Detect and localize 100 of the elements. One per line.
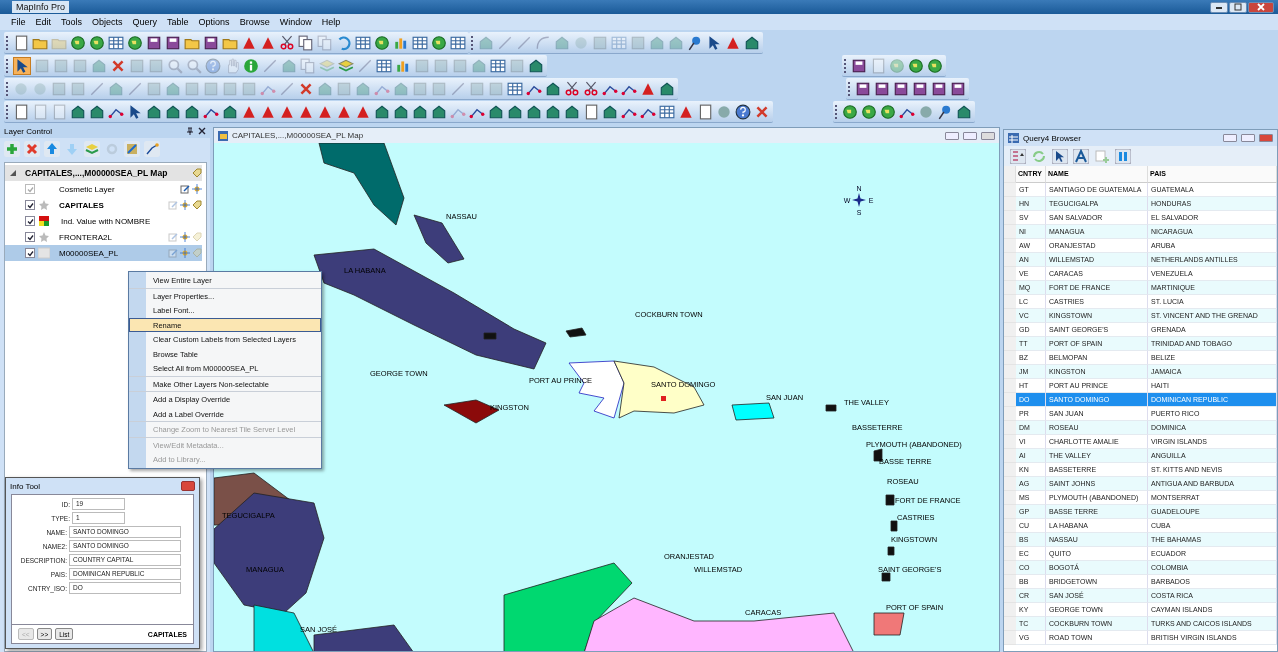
square-icon[interactable] [469,80,485,97]
globe-icon[interactable] [70,34,86,51]
square-icon[interactable] [53,57,69,74]
sort-icon[interactable] [1010,148,1026,164]
menu-item[interactable]: Objects [87,17,128,27]
menu-item[interactable]: Help [316,17,346,27]
polygon-icon[interactable] [744,34,760,51]
menu-item[interactable]: Window [274,17,317,27]
zoom-icon[interactable] [167,57,183,74]
page-icon[interactable] [697,103,713,120]
layers-icon[interactable] [84,141,100,157]
menu-item[interactable]: Options [193,17,235,27]
checkbox[interactable] [25,216,35,226]
square-icon[interactable] [70,80,86,97]
node-line-icon[interactable] [144,141,160,157]
square-icon[interactable] [51,80,67,97]
globe-icon[interactable] [89,34,105,51]
close-button[interactable] [1248,1,1274,13]
checkbox[interactable] [25,200,35,210]
table-icon[interactable] [490,57,506,74]
scissors-icon[interactable] [564,80,580,97]
close-icon[interactable] [198,127,206,135]
close-button[interactable] [181,481,195,491]
table-icon[interactable] [659,103,675,120]
square-icon[interactable] [203,80,219,97]
polygon-icon[interactable] [393,103,409,120]
globe-icon[interactable] [842,103,858,120]
polygon-icon[interactable] [412,103,428,120]
menu-item[interactable]: Tools [56,17,88,27]
restore-button[interactable] [963,131,977,140]
map-tree-node[interactable]: CAPITALES,...,M00000SEA_PL Map [5,165,202,181]
menu-item[interactable]: Browse [234,17,275,27]
line-icon[interactable] [89,80,105,97]
polygon-icon[interactable] [146,103,162,120]
table-icon[interactable] [376,57,392,74]
table-icon[interactable] [450,34,466,51]
layer-row[interactable]: FRONTERA2L [5,229,202,245]
remove-layer-icon[interactable] [24,141,40,157]
menu-item[interactable]: Table [162,17,194,27]
square-icon[interactable] [431,80,447,97]
layer-row[interactable]: Cosmetic Layer [5,181,202,197]
layer-row[interactable]: Ind. Value with NOMBRE [5,213,202,229]
add-layer-icon[interactable] [4,141,20,157]
layer-properties-icon[interactable] [124,141,140,157]
square-icon[interactable] [592,34,608,51]
refresh-icon[interactable] [1031,148,1047,164]
tag-icon[interactable] [192,200,202,210]
page-icon[interactable] [13,103,29,120]
pause-icon[interactable] [1115,148,1131,164]
sparkle-icon[interactable] [180,232,190,242]
checkbox[interactable] [25,232,35,242]
menu-item[interactable]: Edit [30,17,57,27]
line-icon[interactable] [497,34,513,51]
pin-icon[interactable] [186,127,194,135]
polygon-icon[interactable] [431,103,447,120]
close-button[interactable] [981,131,995,140]
scissors-icon[interactable] [279,34,295,51]
polygon-icon[interactable] [165,103,181,120]
polygon-icon[interactable] [545,103,561,120]
up-arrow-icon[interactable] [44,141,60,157]
polygon-icon[interactable] [222,103,238,120]
zoom-icon[interactable] [186,57,202,74]
polygon-icon[interactable] [507,103,523,120]
square-icon[interactable] [148,57,164,74]
restore-button[interactable] [1241,134,1255,142]
expand-triangle-icon[interactable] [10,170,16,176]
polygon-icon[interactable] [545,80,561,97]
edit-icon[interactable] [180,184,190,194]
square-icon[interactable] [433,57,449,74]
globe-icon[interactable] [431,34,447,51]
line-icon[interactable] [262,57,278,74]
polygon-icon[interactable] [488,103,504,120]
square-icon[interactable] [414,57,430,74]
polygon-icon[interactable] [526,103,542,120]
arc-icon[interactable] [535,34,551,51]
globe-icon[interactable] [880,103,896,120]
table-icon[interactable] [108,34,124,51]
polygon-icon[interactable] [528,57,544,74]
square-icon[interactable] [412,80,428,97]
polygon-icon[interactable] [70,103,86,120]
square-icon[interactable] [129,57,145,74]
globe-icon[interactable] [927,57,943,74]
pin-icon[interactable] [937,103,953,120]
pointer-icon[interactable] [1052,148,1068,164]
page-icon[interactable] [583,103,599,120]
layer-row[interactable]: M00000SEA_PL [5,245,202,261]
square-icon[interactable] [222,80,238,97]
line-icon[interactable] [516,34,532,51]
menu-item[interactable]: Query [127,17,163,27]
globe-icon[interactable] [861,103,877,120]
checkbox[interactable] [25,248,35,258]
polygon-icon[interactable] [602,103,618,120]
layers-icon[interactable] [319,57,335,74]
square-icon[interactable] [336,80,352,97]
line-icon[interactable] [450,80,466,97]
square-icon[interactable] [452,57,468,74]
polygon-icon[interactable] [374,103,390,120]
polygon-icon[interactable] [184,103,200,120]
pointer-icon[interactable] [706,34,722,51]
scissors-icon[interactable] [583,80,599,97]
